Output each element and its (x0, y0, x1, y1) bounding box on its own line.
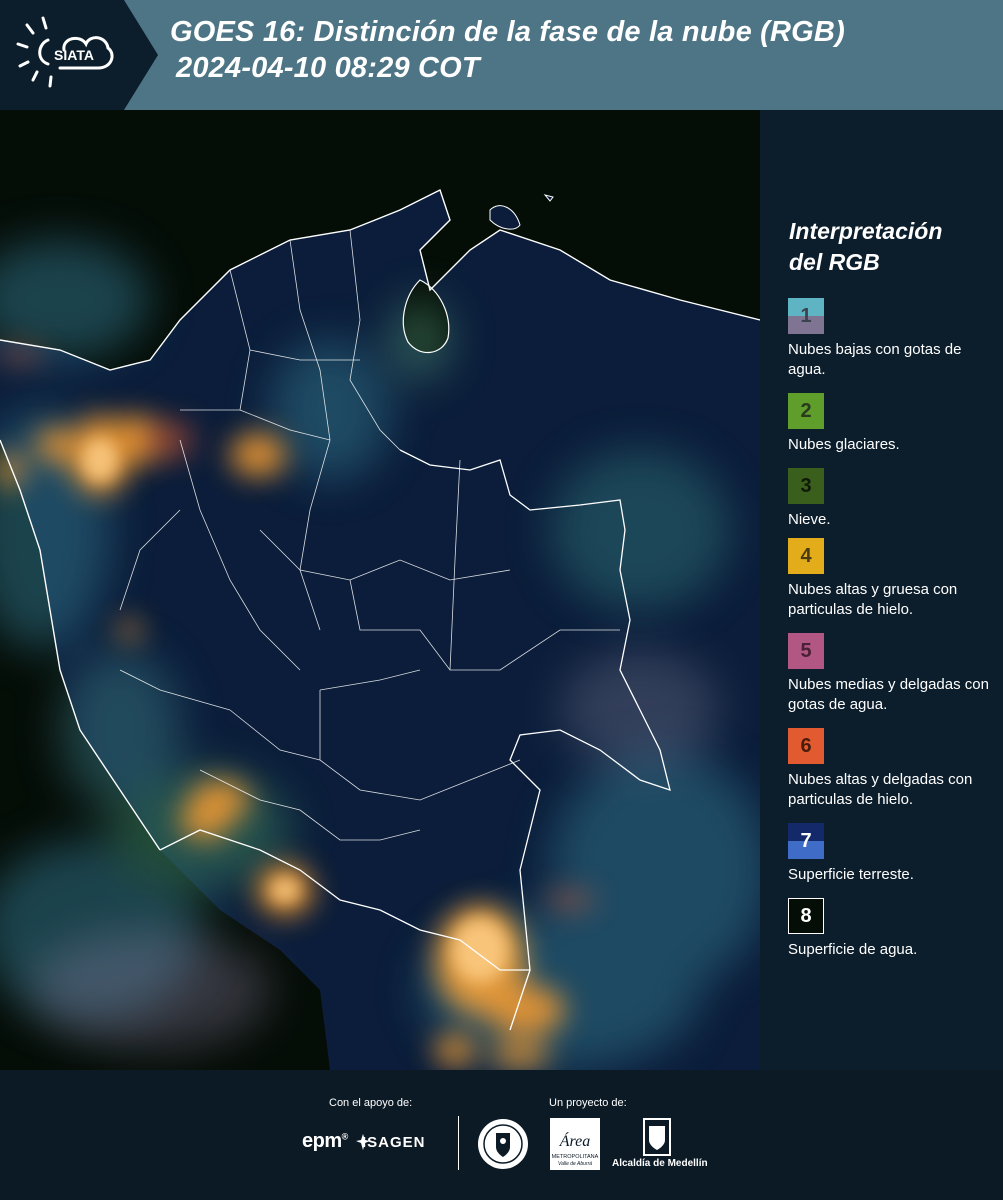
header-bar: SIATA GOES 16: Distinción de la fase de … (0, 0, 1003, 110)
satellite-map-svg (0, 110, 760, 1070)
legend-swatch: 4 (788, 538, 824, 574)
legend-swatch: 1 (788, 298, 824, 334)
legend-label: Nubes glaciares. (788, 436, 900, 453)
footer-divider (458, 1116, 459, 1170)
legend-panel: Interpretación del RGB 1 Nubes bajas con … (760, 110, 1003, 1070)
epm-logo-text: epm (302, 1130, 342, 1152)
siata-logo: SIATA (0, 0, 160, 110)
support-label: Con el apoyo de: (329, 1097, 413, 1109)
legend-number: 1 (800, 304, 812, 327)
metro-logo-line3: Valle de Aburrá (558, 1161, 592, 1167)
legend-number: 5 (800, 639, 812, 662)
legend-item: 5 Nubes medias y delgadas con gotas de ag… (788, 633, 998, 715)
legend-number: 8 (800, 904, 812, 927)
epm-logo: epm® (302, 1130, 348, 1153)
legend-swatch: 8 (788, 898, 824, 934)
isagen-logo: ISAGEN (362, 1134, 426, 1151)
legend-item: 1 Nubes bajas con gotas de agua. (788, 298, 998, 380)
footer: Con el apoyo de: Un proyecto de: epm® IS… (0, 1070, 1003, 1200)
metro-logo-line2: METROPOLITANA (552, 1154, 599, 1160)
page-title-line1: GOES 16: Distinción de la fase de la nub… (170, 16, 845, 48)
alcaldia-shield-icon (643, 1118, 671, 1156)
siata-logo-icon: SIATA (0, 0, 158, 110)
legend-title: Interpretación del RGB (789, 218, 943, 275)
alcaldia-logo-text: Alcaldía de Medellín (612, 1158, 708, 1169)
epm-registered-mark: ® (341, 1131, 349, 1142)
legend-label: Superficie de agua. (788, 941, 918, 958)
legend-number: 7 (800, 829, 812, 852)
legend-item: 3 Nieve. (788, 468, 998, 530)
legend-item: 4 Nubes altas y gruesa con particulas de … (788, 538, 998, 620)
legend-label: Nubes altas y delgadas con particulas de… (788, 771, 973, 808)
medellin-seal-icon (478, 1119, 528, 1169)
page-timestamp: 2024-04-10 08:29 COT (176, 52, 480, 84)
legend-item: 8 Superficie de agua. (788, 898, 998, 960)
metro-logo-word: Área (559, 1131, 591, 1150)
legend-swatch: 7 (788, 823, 824, 859)
legend-number: 6 (800, 734, 812, 757)
legend-swatch: 5 (788, 633, 824, 669)
page-title: GOES 16: Distinción de la fase de la nub… (170, 14, 845, 86)
legend-label: Nieve. (788, 511, 831, 528)
legend-number: 4 (800, 544, 812, 567)
legend-label: Superficie terreste. (788, 866, 914, 883)
project-label: Un proyecto de: (549, 1097, 627, 1109)
legend-item: 2 Nubes glaciares. (788, 393, 998, 455)
satellite-map (0, 110, 760, 1070)
legend-swatch: 2 (788, 393, 824, 429)
legend-label: Nubes medias y delgadas con gotas de agu… (788, 676, 989, 713)
legend-item: 7 Superficie terreste. (788, 823, 998, 885)
legend-swatch: 3 (788, 468, 824, 504)
legend-item: 6 Nubes altas y delgadas con particulas d… (788, 728, 998, 810)
legend-label: Nubes altas y gruesa con particulas de h… (788, 581, 958, 618)
legend-number: 2 (800, 399, 812, 422)
legend-label: Nubes bajas con gotas de agua. (788, 341, 962, 378)
area-metropolitana-logo: Área METROPOLITANA Valle de Aburrá (550, 1118, 600, 1170)
legend-number: 3 (800, 474, 812, 497)
siata-logo-text: SIATA (54, 47, 94, 63)
legend-swatch: 6 (788, 728, 824, 764)
